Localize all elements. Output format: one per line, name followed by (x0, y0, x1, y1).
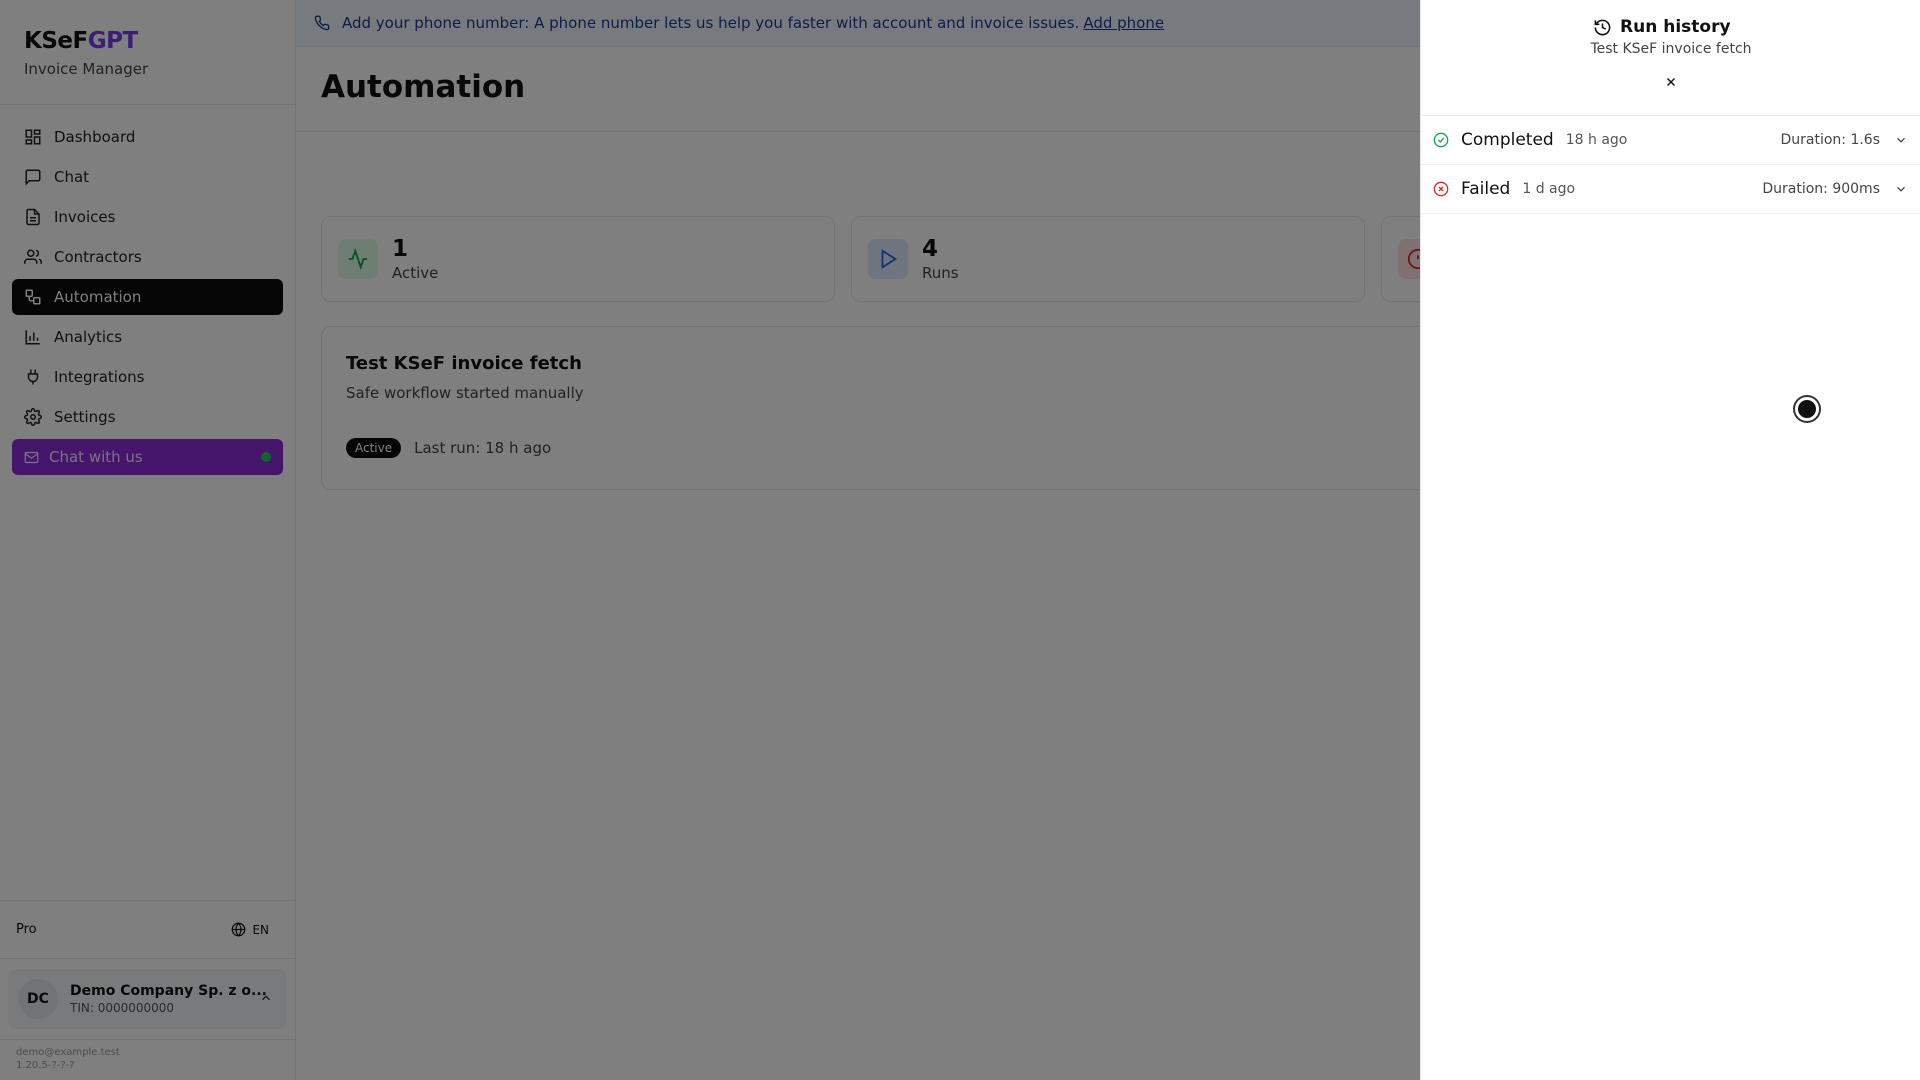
history-icon (1594, 19, 1611, 35)
panel-title-text: Run history (1620, 17, 1731, 37)
close-button[interactable] (1661, 72, 1681, 92)
run-row-completed[interactable]: Completed 18 h ago Duration: 1.6s (1421, 116, 1920, 165)
x-circle-icon (1433, 181, 1449, 197)
run-duration: Duration: 900ms (1762, 181, 1880, 197)
chevron-down-icon[interactable] (1894, 133, 1908, 147)
close-icon (1666, 77, 1676, 87)
run-row-failed[interactable]: Failed 1 d ago Duration: 900ms (1421, 165, 1920, 214)
run-history-panel: Run history Test KSeF invoice fetch Comp… (1420, 0, 1920, 1080)
run-time: 18 h ago (1565, 132, 1628, 148)
chevron-down-icon[interactable] (1894, 182, 1908, 196)
run-status: Failed (1461, 179, 1511, 199)
panel-subtitle: Test KSeF invoice fetch (1590, 41, 1752, 57)
mouse-cursor (1795, 397, 1819, 421)
run-time: 1 d ago (1522, 181, 1576, 197)
check-circle-icon (1433, 132, 1449, 148)
run-status: Completed (1461, 130, 1554, 150)
panel-title: Run history (1593, 17, 1731, 37)
run-duration: Duration: 1.6s (1780, 132, 1880, 148)
panel-header: Run history Test KSeF invoice fetch (1421, 0, 1920, 116)
